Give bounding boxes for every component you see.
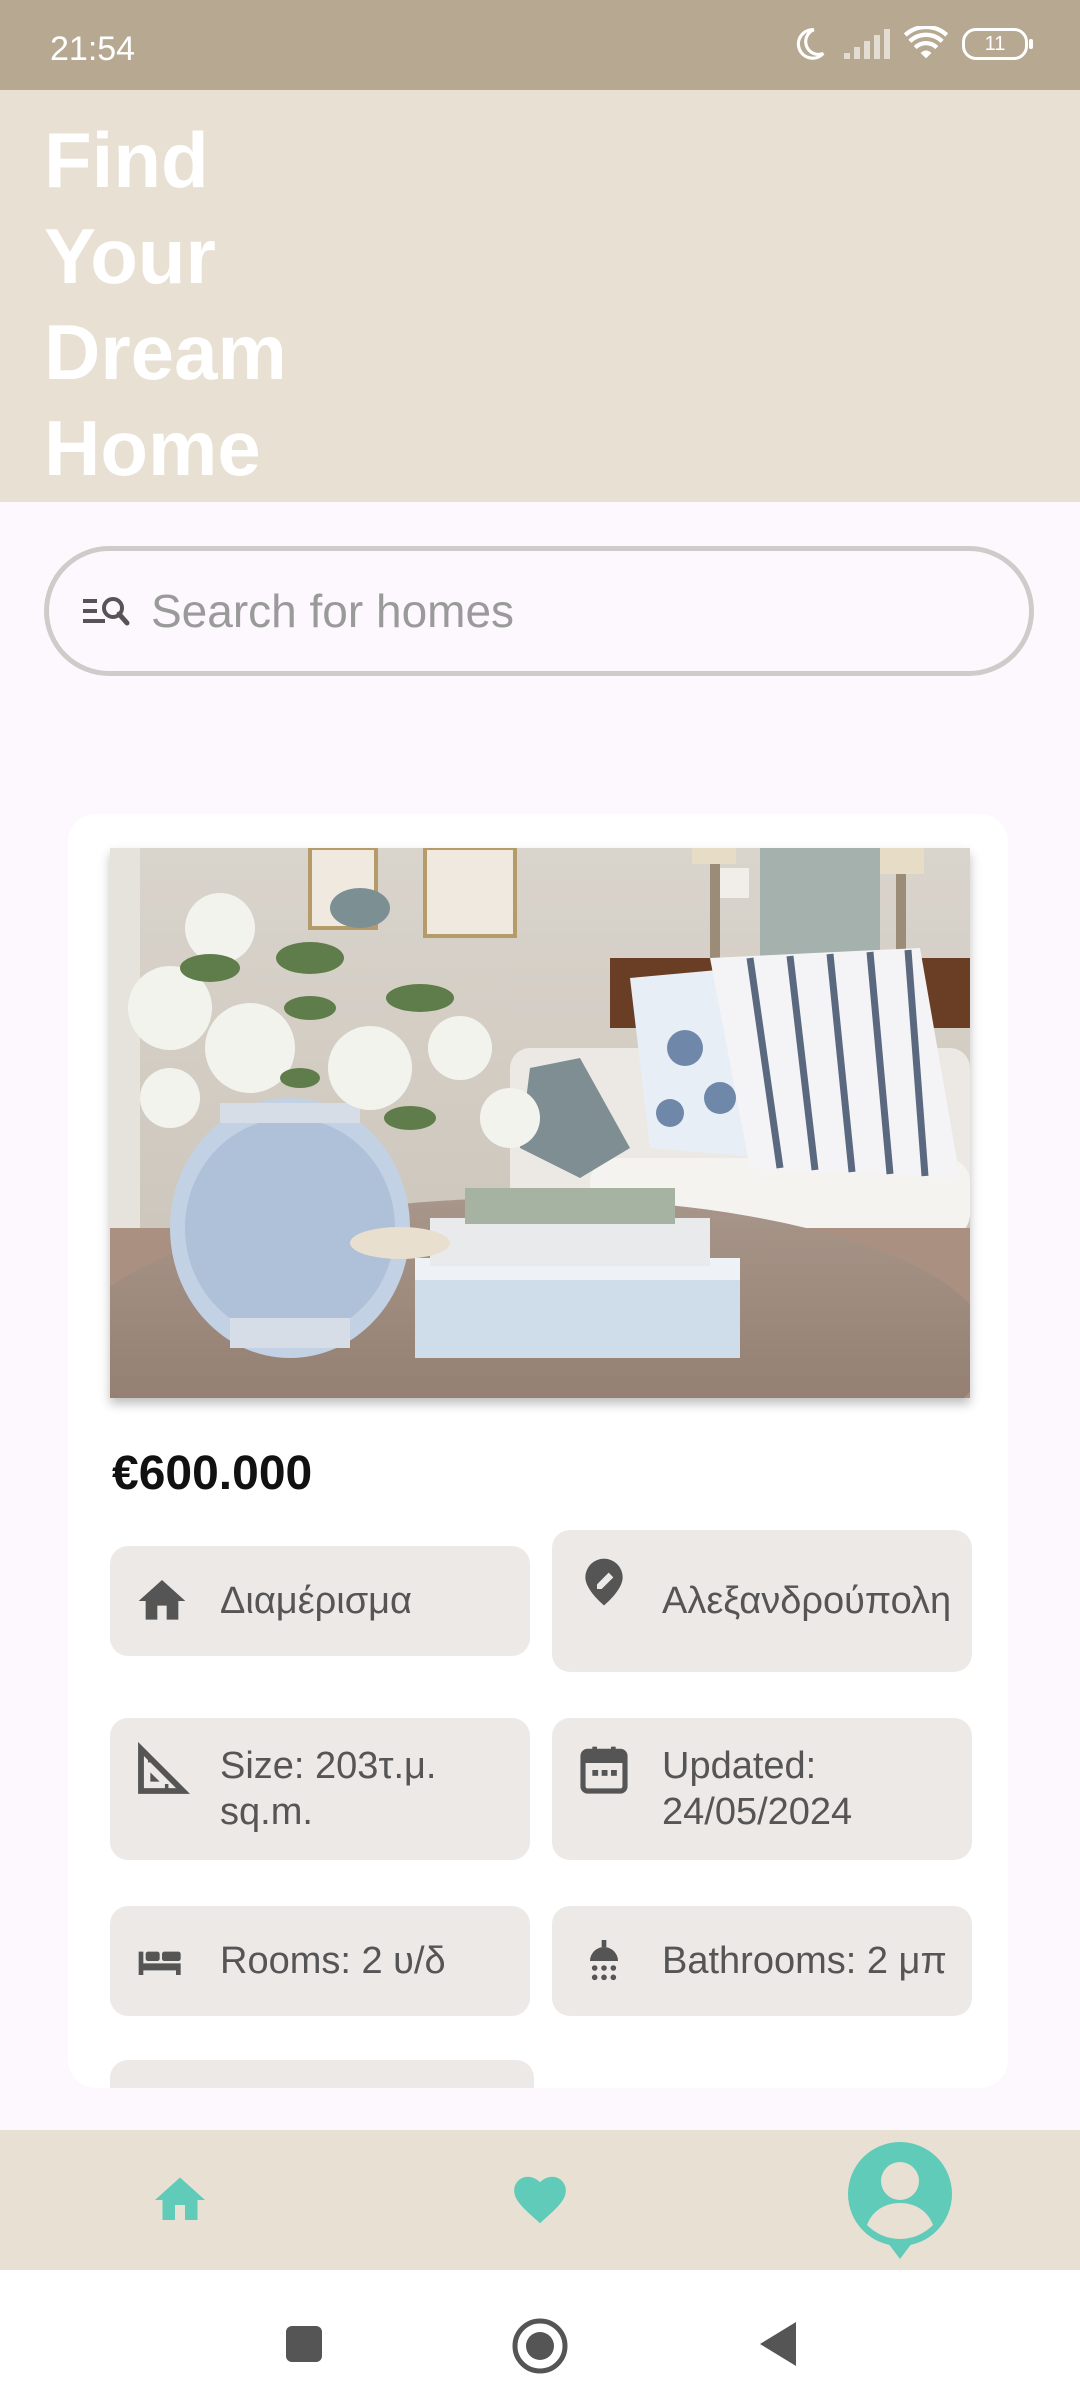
shower-icon <box>576 1933 632 1989</box>
home-icon <box>134 1573 190 1629</box>
rooms-chip: Rooms: 2 υ/δ <box>110 1906 530 2016</box>
page-title: Find Your Dream Home <box>44 116 287 492</box>
recents-button[interactable] <box>274 2314 334 2374</box>
updated-chip: Updated: 24/05/2024 <box>552 1718 972 1860</box>
search-filter-icon <box>83 597 130 626</box>
back-button[interactable] <box>748 2314 808 2374</box>
heart-icon <box>514 2176 566 2224</box>
status-bar: 21:54 11 <box>0 0 1080 90</box>
search-bar[interactable] <box>44 546 1034 676</box>
nav-home-button[interactable] <box>140 2165 220 2235</box>
status-time: 21:54 <box>50 30 136 68</box>
property-type-chip: Διαμέρισμα <box>110 1546 530 1656</box>
nav-profile-button[interactable] <box>840 2136 960 2266</box>
status-icons: 11 <box>790 24 1033 64</box>
wifi-icon <box>904 26 948 59</box>
ruler-icon <box>134 1742 190 1798</box>
bottom-nav <box>0 2130 1080 2270</box>
size: Size: 203τ.μ. sq.m. <box>220 1745 437 1833</box>
account-icon <box>848 2142 952 2259</box>
location-edit-icon <box>576 1554 632 1610</box>
bathrooms-chip: Bathrooms: 2 μπ <box>552 1906 972 2016</box>
updated-date: Updated: 24/05/2024 <box>662 1745 853 1833</box>
listing-photo[interactable] <box>110 848 970 1398</box>
listing-price: €600.000 <box>112 1447 313 1500</box>
battery-icon: 11 <box>962 28 1033 60</box>
location: Αλεξανδρούπολη <box>662 1580 952 1622</box>
bathrooms: Bathrooms: 2 μπ <box>662 1940 947 1982</box>
calendar-icon <box>576 1742 632 1798</box>
signal-icon <box>844 29 890 59</box>
square-icon <box>286 2326 322 2362</box>
property-type: Διαμέρισμα <box>220 1580 413 1622</box>
home-icon <box>155 2177 205 2220</box>
extra-chip <box>110 2060 534 2088</box>
home-system-button[interactable] <box>508 2314 572 2378</box>
nav-favorites-button[interactable] <box>500 2165 580 2235</box>
rooms: Rooms: 2 υ/δ <box>220 1940 446 1982</box>
listing-card[interactable]: €600.000 Διαμέρισμα Αλεξανδρούπολη Size:… <box>68 814 1008 2088</box>
circle-icon <box>512 2318 568 2374</box>
moon-icon <box>796 28 825 60</box>
header: Find Your Dream Home <box>0 90 1080 502</box>
back-icon <box>760 2322 796 2366</box>
system-nav-bar <box>0 2270 1080 2400</box>
bed-icon <box>134 1933 190 1989</box>
location-chip: Αλεξανδρούπολη <box>552 1530 972 1672</box>
size-chip: Size: 203τ.μ. sq.m. <box>110 1718 530 1860</box>
search-input[interactable] <box>149 583 1013 639</box>
